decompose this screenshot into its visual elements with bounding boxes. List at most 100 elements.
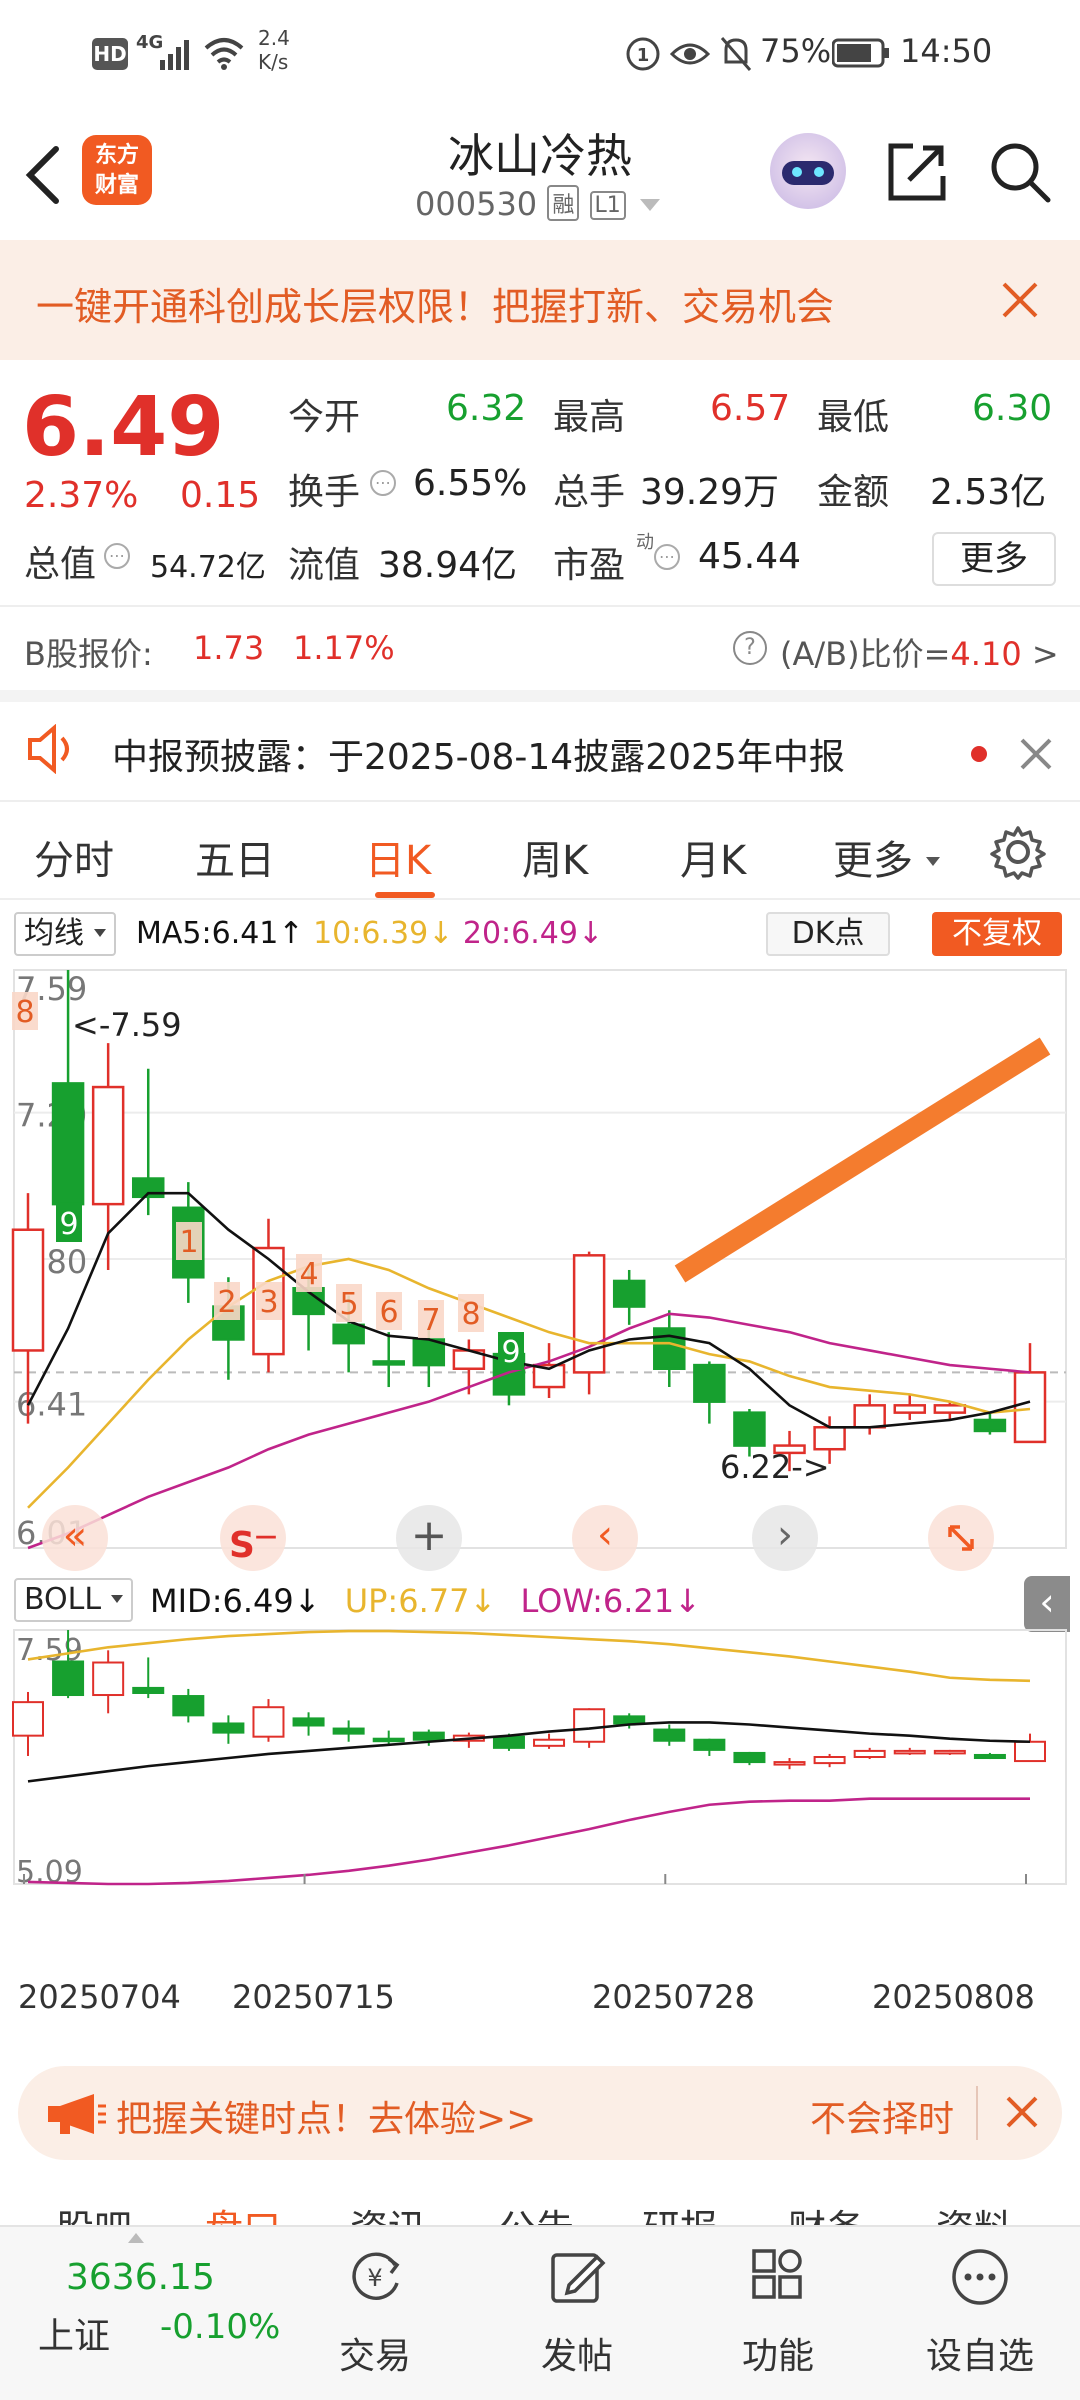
arrow-down-icon: ↓ xyxy=(577,916,604,951)
help-icon[interactable]: ? xyxy=(733,631,767,665)
candle-body xyxy=(853,1749,886,1759)
sub-tabs: 股吧 盘口 资讯 公告 研报 财务 资料 xyxy=(0,2180,1080,2225)
candle-body xyxy=(933,1404,967,1414)
dk-point-button[interactable]: DK点 xyxy=(766,912,890,956)
change-percent: 2.37% xyxy=(24,475,139,516)
close-icon[interactable] xyxy=(1004,2094,1040,2130)
boll-chart[interactable]: 7.595.09 xyxy=(0,1622,1080,1892)
date-label: 20250808 xyxy=(872,1978,1035,2016)
candle-body xyxy=(212,1722,245,1734)
nav-functions-label: 功能 xyxy=(741,2336,814,2377)
turnover-label: 换手 xyxy=(288,472,361,513)
indicator-selector-label: BOLL xyxy=(24,1582,102,1617)
active-tab-underline xyxy=(375,892,435,898)
info-icon[interactable]: ⋯ xyxy=(654,544,680,570)
pe-superscript: 动 xyxy=(636,532,654,553)
candle-body xyxy=(11,1228,45,1352)
nav-add-watchlist[interactable]: 设自选 xyxy=(880,2227,1080,2400)
gear-icon[interactable] xyxy=(990,824,1046,880)
zoom-in-button[interactable]: + xyxy=(396,1505,462,1571)
y-axis-label: 5.09 xyxy=(16,1855,83,1890)
ma10-line xyxy=(27,1257,1031,1509)
logo-text-2: 财富 xyxy=(94,173,139,198)
promo-banner[interactable]: 一键开通科创成长层权限！把握打新、交易机会 xyxy=(0,240,1080,360)
bottom-nav: 3636.15 上证 -0.10% ¥ 交易 发帖 功能 设自选 xyxy=(0,2225,1080,2400)
tab-more-label: 更多 xyxy=(833,838,913,884)
sequence-label: 7 xyxy=(421,1303,440,1338)
back-icon[interactable] xyxy=(22,145,62,205)
subtab-forum[interactable]: 股吧 xyxy=(56,2198,132,2225)
candle-body xyxy=(693,1363,726,1403)
subtab-financials[interactable]: 财务 xyxy=(788,2198,864,2225)
candle-body xyxy=(372,1737,405,1743)
dk-point-label: DK点 xyxy=(791,916,865,951)
nav-post[interactable]: 发帖 xyxy=(477,2227,677,2400)
mute-bell-icon xyxy=(720,37,752,71)
candle-body xyxy=(973,1753,1006,1760)
ma-selector[interactable]: 均线 xyxy=(14,912,116,956)
b-share-row[interactable]: B股报价: 1.73 1.17% ? (A/B)比价=4.10 > xyxy=(0,605,1080,695)
subtab-research[interactable]: 研报 xyxy=(642,2198,718,2225)
candle-body xyxy=(1013,1371,1047,1444)
candle-body xyxy=(172,1695,205,1717)
tab-five-day[interactable]: 五日 xyxy=(195,828,275,886)
info-icon[interactable]: ⋯ xyxy=(370,470,396,496)
candle-body xyxy=(533,1738,566,1747)
indicator-selector[interactable]: BOLL xyxy=(14,1578,133,1622)
ma10-value: 10:6.39 xyxy=(313,916,429,951)
tab-daily-k[interactable]: 日K xyxy=(365,828,431,886)
more-circle-icon xyxy=(952,2249,1008,2305)
subtab-news[interactable]: 资讯 xyxy=(350,2198,426,2225)
subtab-announcements[interactable]: 公告 xyxy=(498,2198,574,2225)
tab-more[interactable]: 更多 xyxy=(833,828,940,886)
search-icon[interactable] xyxy=(988,140,1052,204)
kline-chart-area[interactable]: 均线 MA5:6.41↑ 10:6.39↓ 20:6.49↓ DK点 不复权 7… xyxy=(0,900,1080,2050)
ad-banner[interactable]: 把握关键时点！去体验>> 不会择时 xyxy=(18,2066,1062,2160)
candle-body xyxy=(773,1761,806,1766)
nav-functions[interactable]: 功能 xyxy=(678,2227,878,2400)
fullscreen-button[interactable] xyxy=(928,1505,994,1571)
chart-tabs: 分时 五日 日K 周K 月K 更多 xyxy=(0,800,1080,900)
notice-bar[interactable]: 中报预披露：于2025-08-14披露2025年中报 xyxy=(0,690,1080,800)
subtab-profile[interactable]: 资料 xyxy=(936,2198,1012,2225)
margin-badge: 融 xyxy=(547,185,580,221)
svg-text:¥: ¥ xyxy=(367,2264,382,2292)
subtab-orderbook[interactable]: 盘口 xyxy=(205,2198,281,2225)
tab-monthly-k[interactable]: 月K xyxy=(680,828,746,886)
nav-trade[interactable]: ¥ 交易 xyxy=(275,2227,475,2400)
sequence-label: 4 xyxy=(299,1257,318,1292)
y-axis-label: 6.41 xyxy=(16,1386,87,1424)
date-label: 20250704 xyxy=(18,1978,181,2016)
ab-ratio: (A/B)比价=4.10 > xyxy=(780,629,1059,675)
strategy-button[interactable]: S— xyxy=(220,1505,286,1571)
sequence-label: 9 xyxy=(501,1335,520,1370)
scroll-right-button[interactable]: › xyxy=(752,1505,818,1571)
promo-text: 一键开通科创成长层权限！把握打新、交易机会 xyxy=(36,285,835,329)
candle-body xyxy=(573,1708,606,1743)
collapse-left-button[interactable]: « xyxy=(42,1505,108,1571)
candlestick-chart[interactable]: 7.597.206.806.416.01<-7.596.22->89123456… xyxy=(0,964,1080,1554)
scroll-left-button[interactable]: ‹ xyxy=(572,1505,638,1571)
grid-icon xyxy=(752,2249,802,2299)
share-icon[interactable] xyxy=(885,140,949,204)
candle-body xyxy=(813,1426,846,1451)
more-button[interactable]: 更多 xyxy=(932,532,1056,586)
app-logo[interactable]: 东方 财富 xyxy=(82,135,152,205)
index-name: 上证 xyxy=(38,2316,111,2357)
tab-weekly-k[interactable]: 周K xyxy=(522,828,588,886)
no-adjust-button[interactable]: 不复权 xyxy=(932,912,1062,956)
caret-down-icon xyxy=(110,1595,123,1603)
tab-intraday[interactable]: 分时 xyxy=(34,828,114,886)
sequence-label: 3 xyxy=(259,1285,278,1320)
index-ticker[interactable]: 3636.15 上证 -0.10% xyxy=(0,2227,300,2400)
stock-code-row[interactable]: 000530 融 L1 xyxy=(415,185,660,225)
robot-assistant-icon[interactable] xyxy=(770,133,846,209)
candle-body xyxy=(653,1728,686,1742)
signal-icon xyxy=(160,40,189,70)
candle-body xyxy=(613,1715,646,1725)
info-icon[interactable]: ⋯ xyxy=(104,543,130,569)
close-icon[interactable] xyxy=(1018,736,1054,772)
candle-body xyxy=(51,1082,85,1206)
boll-mid-value: MID:6.49 xyxy=(150,1582,294,1620)
close-icon[interactable] xyxy=(1000,280,1040,320)
